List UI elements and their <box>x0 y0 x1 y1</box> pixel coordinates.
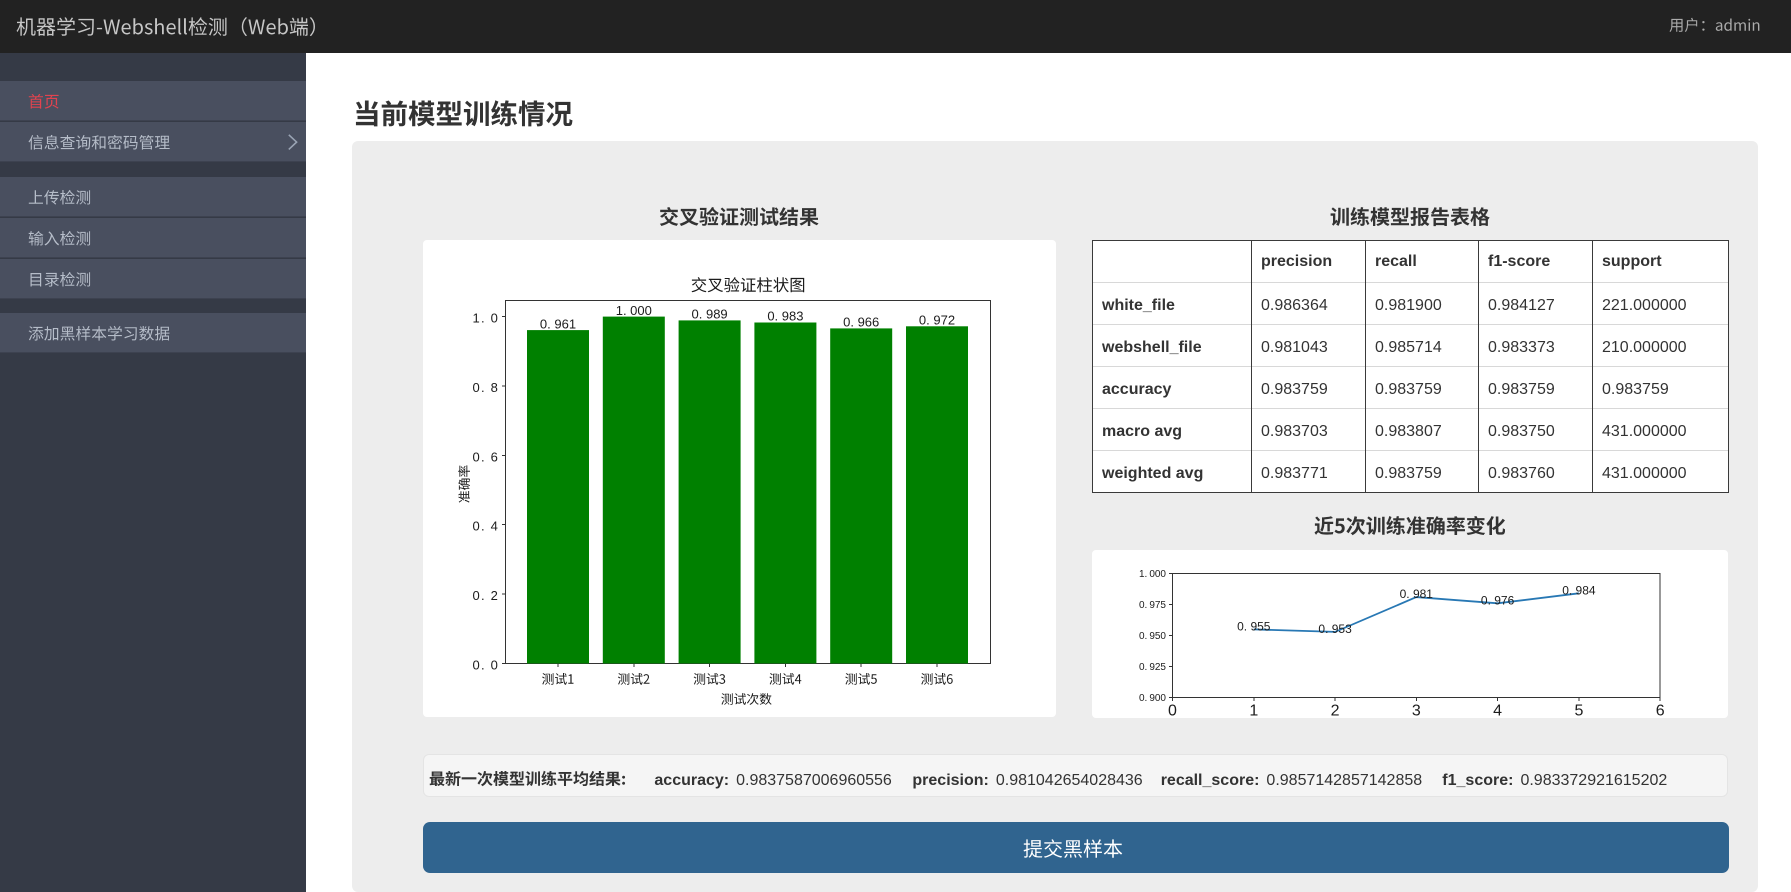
svg-text:6: 6 <box>1656 703 1665 719</box>
svg-text:0. 984: 0. 984 <box>1562 583 1596 597</box>
svg-text:1: 1 <box>1249 703 1258 719</box>
svg-text:1.000: 1. 000 <box>1139 569 1166 580</box>
svg-text:0: 0 <box>1168 703 1177 719</box>
svg-text:1. 0: 1. 0 <box>473 311 499 326</box>
svg-text:0.900: 0. 900 <box>1139 693 1166 704</box>
svg-text:0. 8: 0. 8 <box>473 380 499 395</box>
svg-text:0. 976: 0. 976 <box>1481 593 1515 607</box>
svg-text:0. 983: 0. 983 <box>767 309 803 324</box>
svg-text:0. 955: 0. 955 <box>1237 619 1271 633</box>
svg-text:1. 000: 1. 000 <box>616 303 652 318</box>
svg-text:0. 4: 0. 4 <box>473 519 499 534</box>
svg-text:0. 953: 0. 953 <box>1318 622 1352 636</box>
svg-text:0. 981: 0. 981 <box>1400 587 1434 601</box>
svg-text:0.925: 0. 925 <box>1139 662 1166 673</box>
svg-text:0. 989: 0. 989 <box>692 307 728 322</box>
svg-text:0. 0: 0. 0 <box>473 658 499 673</box>
svg-text:3: 3 <box>1412 703 1421 719</box>
svg-text:0. 972: 0. 972 <box>919 313 955 328</box>
svg-text:0. 6: 0. 6 <box>473 449 499 464</box>
svg-text:2: 2 <box>1331 703 1340 719</box>
svg-text:5: 5 <box>1574 703 1583 719</box>
svg-text:0. 2: 0. 2 <box>473 588 499 603</box>
svg-text:0. 961: 0. 961 <box>540 316 576 331</box>
svg-text:0. 966: 0. 966 <box>843 315 879 330</box>
svg-text:4: 4 <box>1493 703 1502 719</box>
svg-text:0.975: 0. 975 <box>1139 600 1166 611</box>
svg-text:0.950: 0. 950 <box>1139 631 1166 642</box>
